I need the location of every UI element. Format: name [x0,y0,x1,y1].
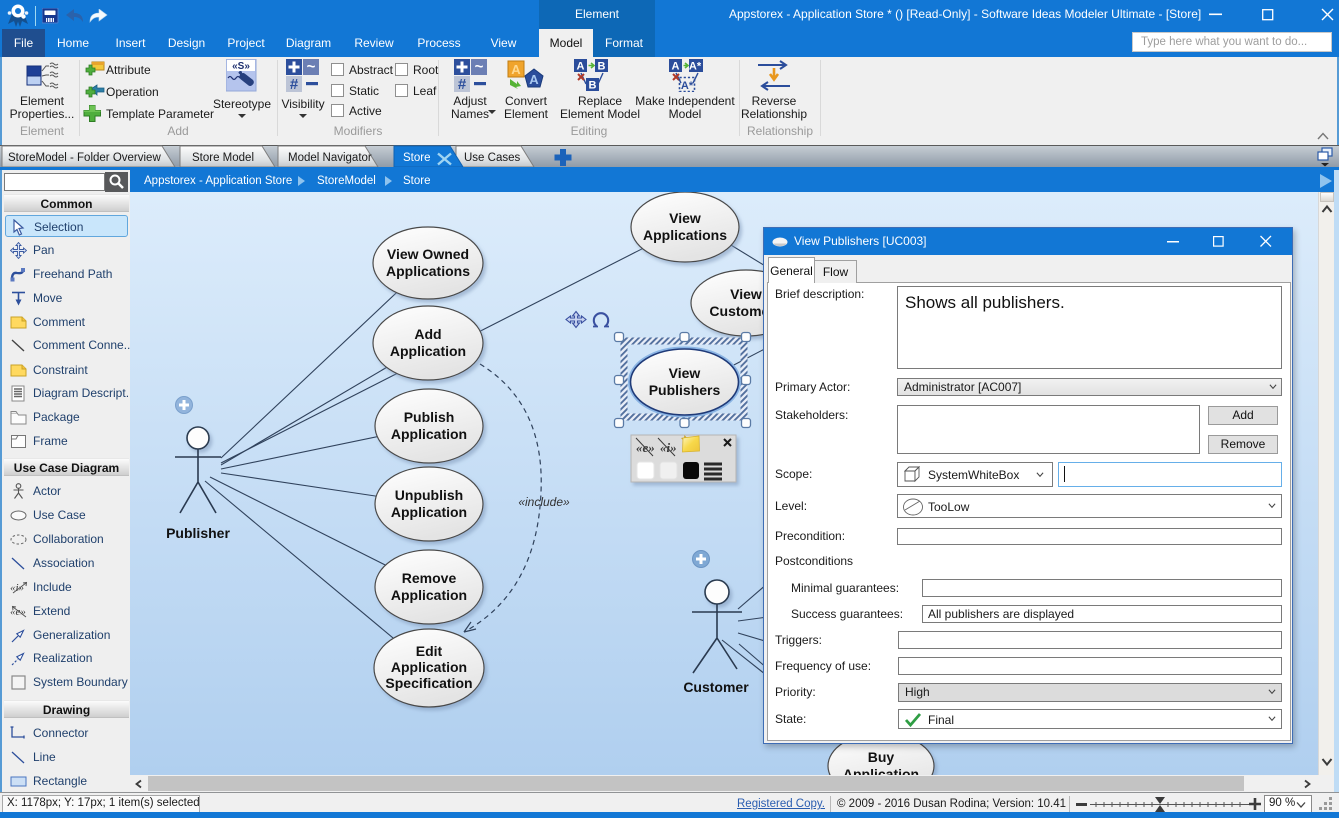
svg-text:~: ~ [307,59,316,76]
svg-text:StoreModel - Folder Overview: StoreModel - Folder Overview [8,152,161,164]
svg-text:Model Navigator: Model Navigator [288,152,372,164]
svg-text:#: # [290,76,299,92]
svg-text:A: A [672,61,680,73]
svg-text:«include»: «include» [518,495,570,509]
svg-text:«i»: «i» [10,582,24,594]
svg-text:~: ~ [475,59,484,76]
svg-text:UnpublishApplication: UnpublishApplication [391,487,467,520]
svg-text:A*: A* [681,80,694,92]
svg-text:Use Cases: Use Cases [464,152,520,164]
svg-text:Store Model: Store Model [192,152,254,164]
svg-text:B: B [598,61,606,73]
svg-text:B: B [589,80,597,92]
svg-text:A: A [511,62,521,77]
svg-text:Customer: Customer [683,679,749,695]
svg-text:Publisher: Publisher [166,525,230,541]
svg-text:A: A [577,61,585,73]
svg-text:View OwnedApplications: View OwnedApplications [386,246,470,279]
svg-text:A*: A* [689,61,702,73]
svg-text:«S»: «S» [232,61,250,72]
svg-text:#: # [458,76,467,92]
svg-text:A: A [529,72,539,87]
svg-text:RemoveApplication: RemoveApplication [391,570,467,603]
svg-text:Store: Store [403,152,431,164]
